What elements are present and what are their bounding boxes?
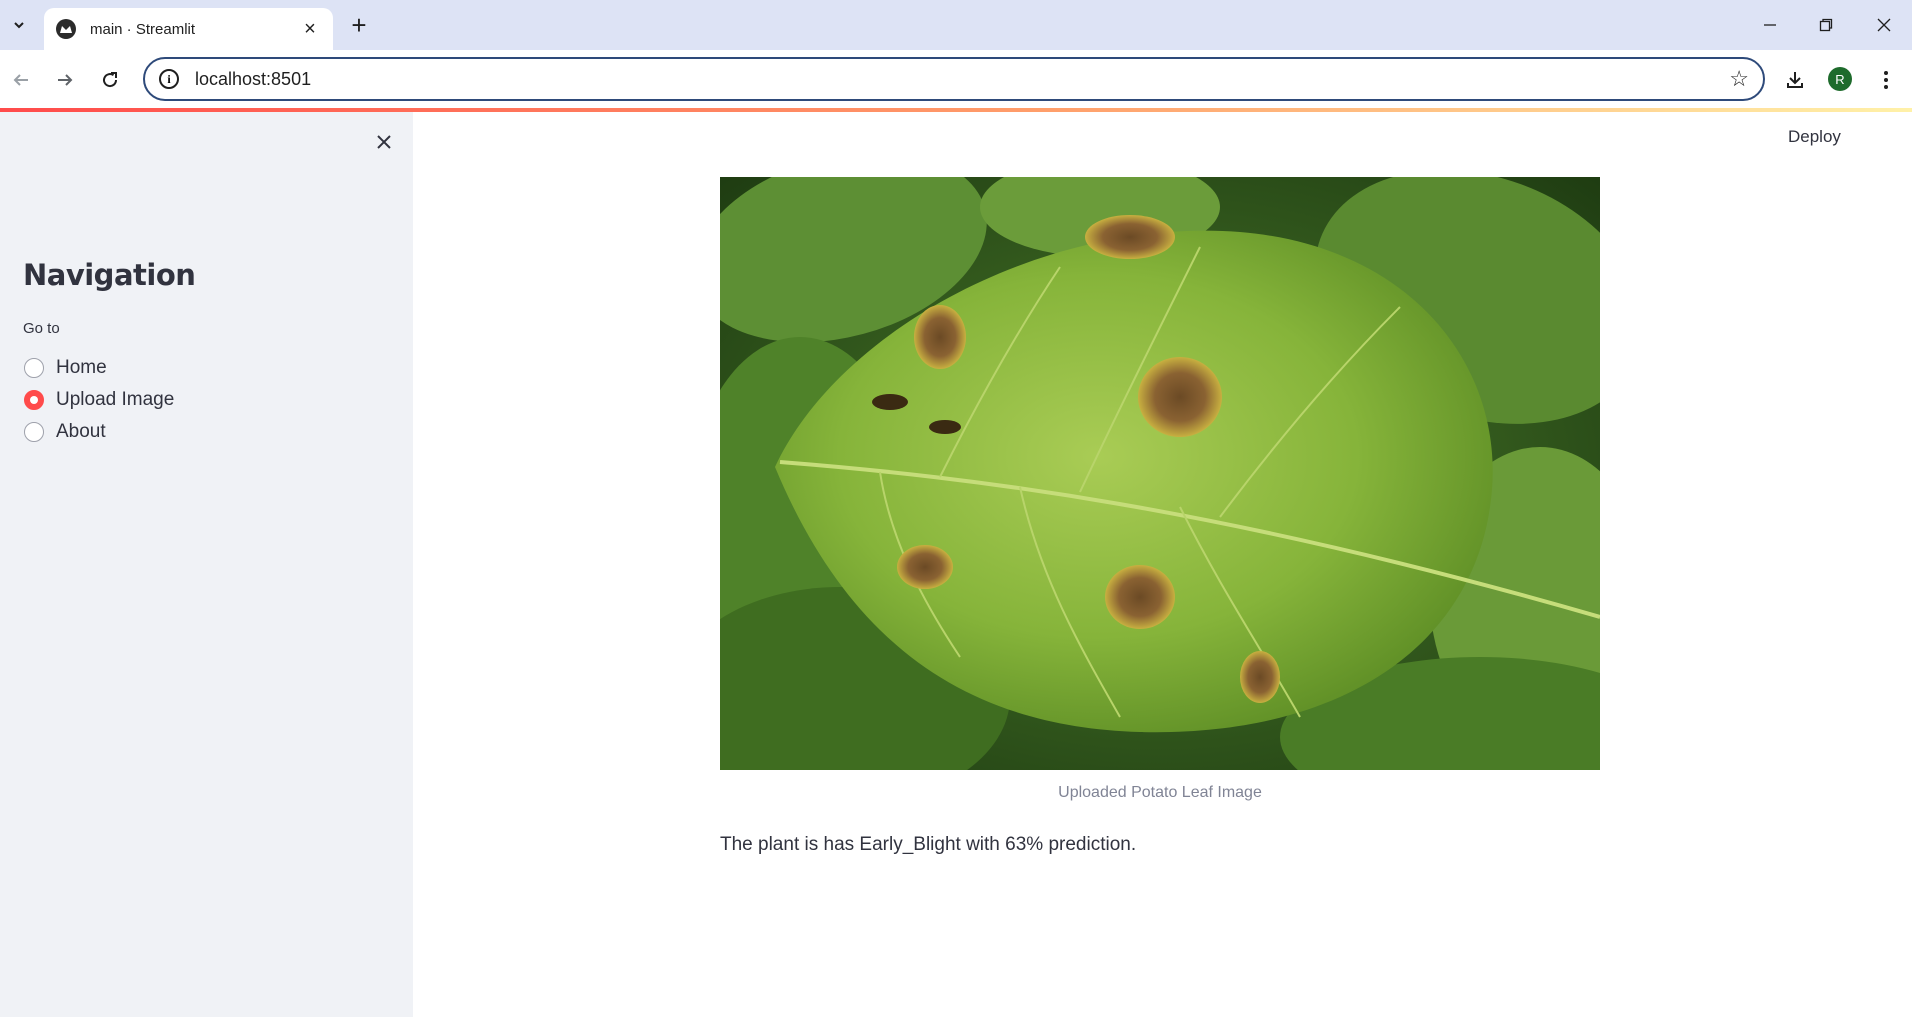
- url-text[interactable]: localhost:8501: [195, 69, 1729, 90]
- tab-close-icon[interactable]: ×: [299, 18, 321, 41]
- sidebar: Navigation Go to Home Upload Image About: [0, 112, 413, 1017]
- new-tab-plus-icon[interactable]: +: [346, 10, 372, 40]
- streamlit-favicon-icon: [56, 19, 76, 39]
- forward-arrow-icon[interactable]: [47, 62, 83, 98]
- radio-button-selected[interactable]: [24, 390, 44, 410]
- navigation-radio-group: Home Upload Image About: [24, 352, 174, 448]
- more-menu-icon[interactable]: [1868, 62, 1904, 98]
- restore-icon[interactable]: [1806, 10, 1846, 40]
- profile-avatar[interactable]: R: [1828, 67, 1852, 91]
- sidebar-title: Navigation: [23, 258, 196, 292]
- browser-tab-main[interactable]: main · Streamlit ×: [44, 8, 333, 50]
- radio-option-label: Upload Image: [56, 389, 175, 410]
- radio-button[interactable]: [24, 358, 44, 378]
- window-close-icon[interactable]: [1864, 10, 1904, 40]
- deploy-button[interactable]: Deploy: [1788, 127, 1841, 147]
- radio-option-upload-image[interactable]: Upload Image: [24, 384, 174, 416]
- download-icon[interactable]: [1777, 62, 1813, 98]
- radio-option-home[interactable]: Home: [24, 352, 174, 384]
- radio-group-label: Go to: [23, 320, 60, 337]
- radio-option-label: Home: [56, 357, 107, 378]
- tab-search-chevron-icon[interactable]: [6, 12, 32, 38]
- address-bar[interactable]: i localhost:8501 ☆: [143, 57, 1765, 101]
- minimize-icon[interactable]: [1750, 10, 1790, 40]
- prediction-result-text: The plant is has Early_Blight with 63% p…: [720, 834, 1137, 855]
- site-info-icon[interactable]: i: [159, 69, 179, 89]
- radio-option-about[interactable]: About: [24, 416, 174, 448]
- tab-title: main · Streamlit: [90, 20, 196, 38]
- sidebar-close-icon[interactable]: [370, 128, 398, 156]
- bookmark-star-icon[interactable]: ☆: [1729, 66, 1749, 92]
- browser-tabstrip: main · Streamlit × +: [0, 0, 1912, 50]
- image-caption: Uploaded Potato Leaf Image: [1058, 784, 1262, 801]
- uploaded-leaf-image: [720, 177, 1600, 770]
- back-arrow-icon[interactable]: [3, 62, 39, 98]
- radio-option-label: About: [56, 421, 106, 442]
- radio-button[interactable]: [24, 422, 44, 442]
- reload-icon[interactable]: [92, 62, 128, 98]
- browser-toolbar: i localhost:8501 ☆ R: [0, 50, 1912, 108]
